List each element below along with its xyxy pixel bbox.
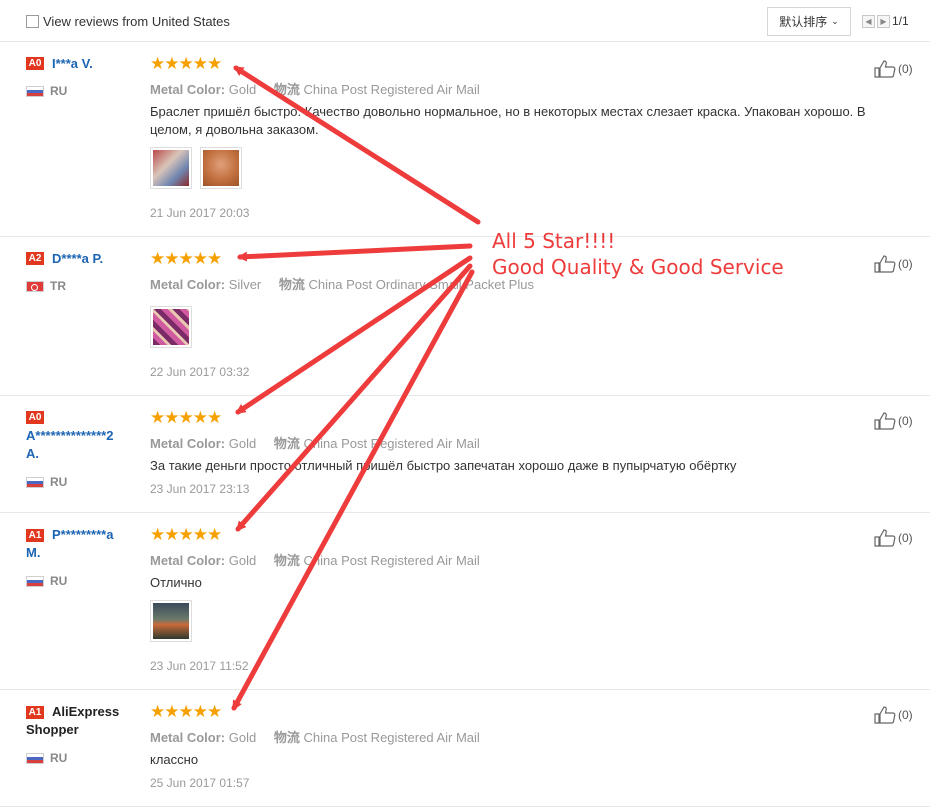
annotation-line-2: Good Quality & Good Service xyxy=(492,255,784,279)
annotation-line-1: All 5 Star!!!! xyxy=(492,229,616,253)
arrow-to-review-1 xyxy=(233,65,481,225)
arrow-to-review-2 xyxy=(237,243,473,262)
promo-annotation: All 5 Star!!!! Good Quality & Good Servi… xyxy=(492,228,784,280)
annotation-arrows xyxy=(231,65,481,711)
